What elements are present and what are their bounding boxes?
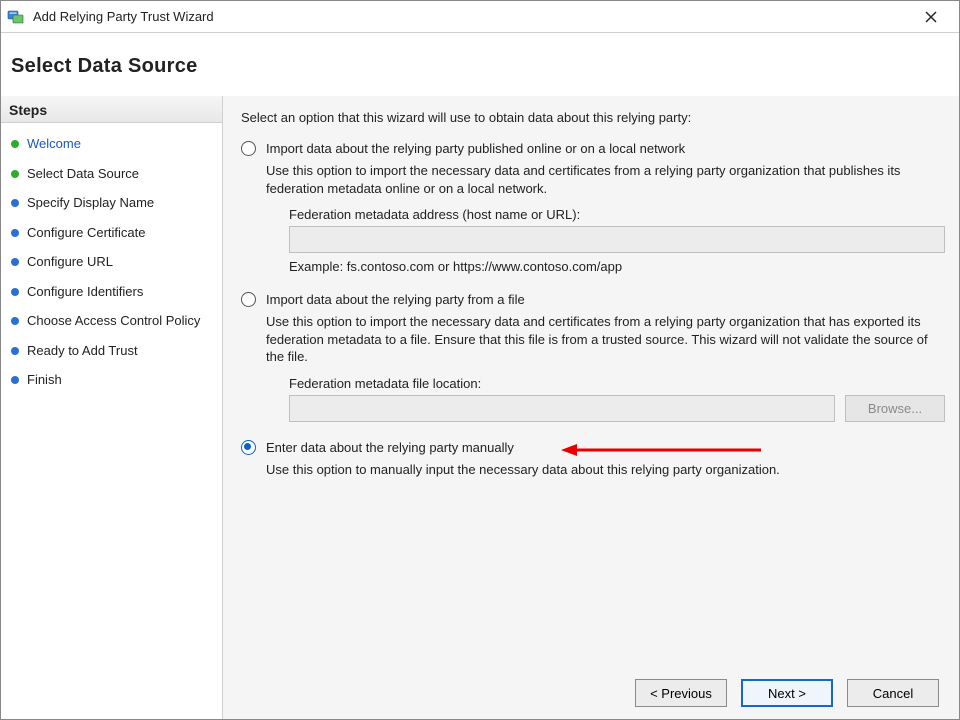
metadata-file-input[interactable] [289,395,835,422]
steps-list: Welcome Select Data Source Specify Display… [1,123,222,401]
metadata-url-label: Federation metadata address (host name o… [289,207,945,222]
intro-text: Select an option that this wizard will u… [241,110,945,125]
step-item[interactable]: Welcome [1,129,222,159]
previous-button[interactable]: < Previous [635,679,727,707]
metadata-file-label: Federation metadata file location: [289,376,945,391]
metadata-url-input[interactable] [289,226,945,253]
step-dot-icon [11,376,19,384]
titlebar: Add Relying Party Trust Wizard [1,1,959,33]
next-button[interactable]: Next > [741,679,833,707]
option-import-online: Import data about the relying party publ… [241,141,945,274]
radio-import-online-label[interactable]: Import data about the relying party publ… [266,141,685,156]
app-icon [7,8,25,26]
steps-header: Steps [1,96,222,123]
browse-button[interactable]: Browse... [845,395,945,422]
step-item[interactable]: Configure Certificate [1,218,222,248]
step-item[interactable]: Finish [1,365,222,395]
step-label: Configure Identifiers [27,283,143,301]
metadata-url-example: Example: fs.contoso.com or https://www.c… [289,259,945,274]
step-label: Finish [27,371,62,389]
step-item[interactable]: Ready to Add Trust [1,336,222,366]
step-label: Choose Access Control Policy [27,312,200,330]
step-dot-icon [11,229,19,237]
option-enter-manual-desc: Use this option to manually input the ne… [266,461,945,479]
step-dot-icon [11,170,19,178]
wizard-body: Steps Welcome Select Data Source Specify D… [1,96,959,719]
content-pane: Select an option that this wizard will u… [223,96,959,719]
step-label: Specify Display Name [27,194,154,212]
step-item[interactable]: Configure URL [1,247,222,277]
option-import-file-desc: Use this option to import the necessary … [266,313,945,366]
radio-import-online[interactable] [241,141,256,156]
step-item[interactable]: Specify Display Name [1,188,222,218]
radio-import-file-label[interactable]: Import data about the relying party from… [266,292,525,307]
step-dot-icon [11,347,19,355]
steps-pane: Steps Welcome Select Data Source Specify D… [1,96,223,719]
wizard-window: Add Relying Party Trust Wizard Select Da… [0,0,960,720]
step-dot-icon [11,258,19,266]
step-item[interactable]: Select Data Source [1,159,222,189]
step-label: Configure Certificate [27,224,146,242]
cancel-button[interactable]: Cancel [847,679,939,707]
option-enter-manual: Enter data about the relying party manua… [241,440,945,487]
page-title: Select Data Source [1,33,959,96]
radio-enter-manual[interactable] [241,440,256,455]
window-title: Add Relying Party Trust Wizard [33,9,909,24]
step-label: Welcome [27,135,81,153]
step-label: Ready to Add Trust [27,342,138,360]
option-import-online-desc: Use this option to import the necessary … [266,162,945,197]
wizard-button-bar: < Previous Next > Cancel [241,663,945,711]
step-dot-icon [11,140,19,148]
step-dot-icon [11,199,19,207]
radio-import-file[interactable] [241,292,256,307]
radio-enter-manual-label[interactable]: Enter data about the relying party manua… [266,440,514,455]
step-dot-icon [11,288,19,296]
option-import-file: Import data about the relying party from… [241,292,945,422]
step-label: Select Data Source [27,165,139,183]
step-dot-icon [11,317,19,325]
step-item[interactable]: Choose Access Control Policy [1,306,222,336]
step-label: Configure URL [27,253,113,271]
close-button[interactable] [909,2,953,32]
step-item[interactable]: Configure Identifiers [1,277,222,307]
